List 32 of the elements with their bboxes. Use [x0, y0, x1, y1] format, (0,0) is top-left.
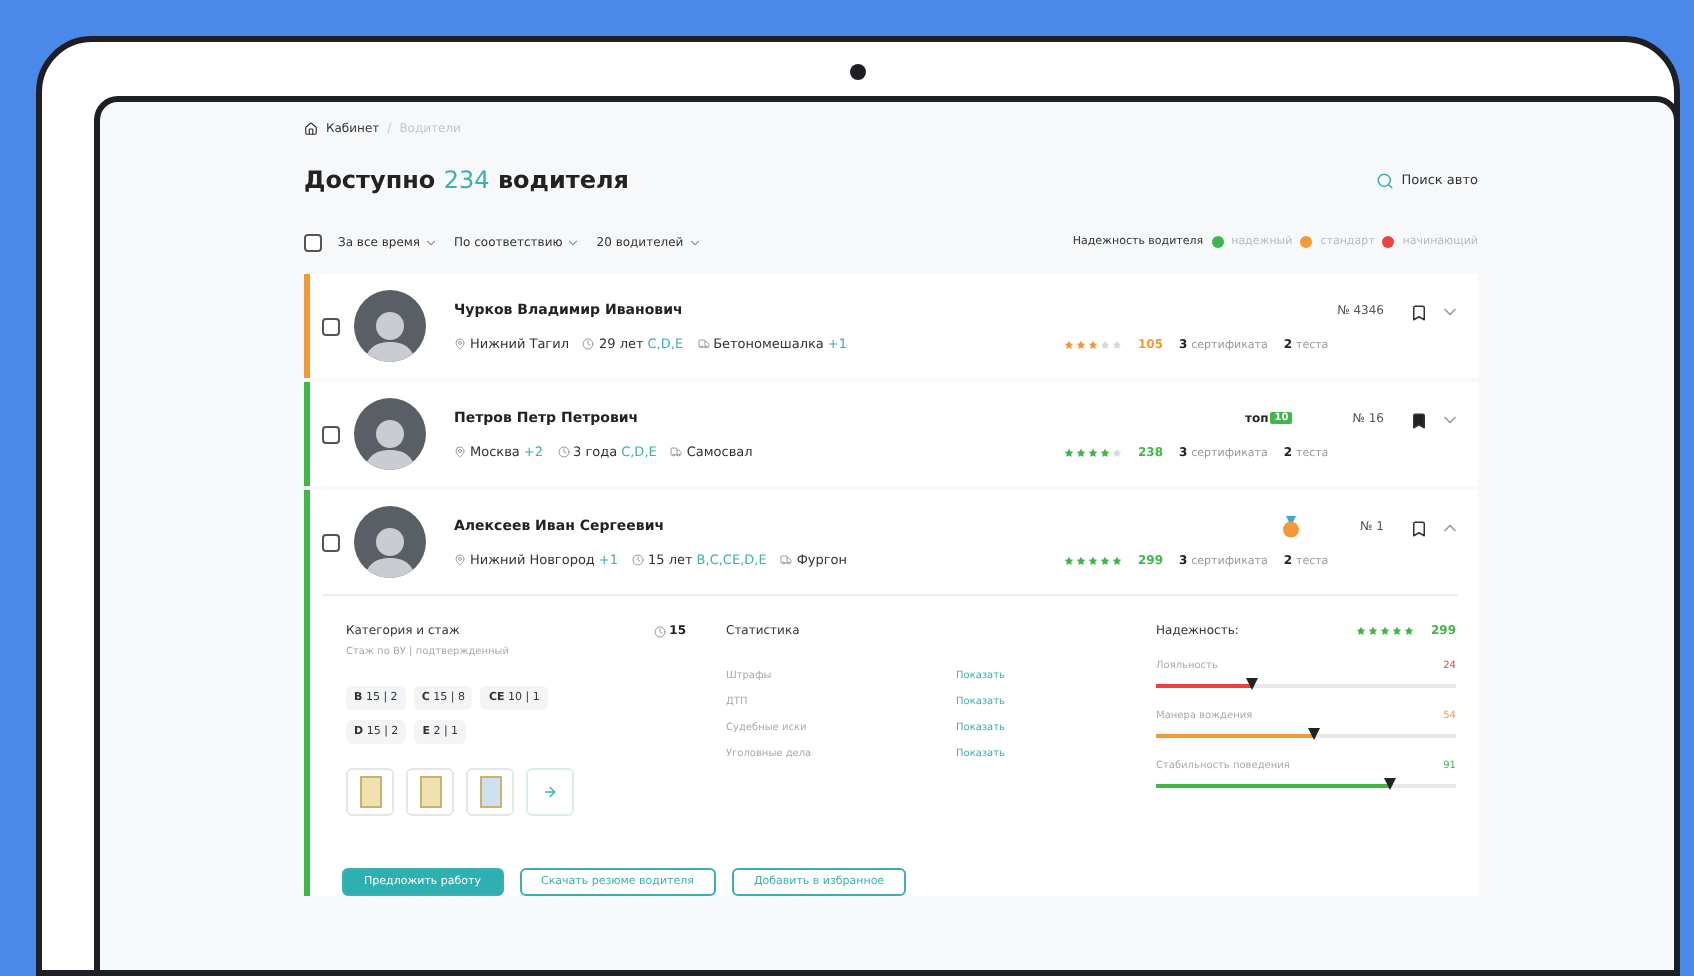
clock-icon — [653, 625, 666, 637]
select-all-checkbox[interactable] — [304, 233, 322, 251]
checkbox[interactable] — [322, 317, 340, 335]
avatar-silhouette — [354, 290, 426, 362]
pin-icon — [454, 445, 466, 457]
page-title: Доступно 234 водителя — [304, 166, 629, 194]
bookmark-icon[interactable] — [1410, 303, 1428, 321]
pin-icon — [454, 553, 466, 565]
medal-icon — [1282, 515, 1301, 537]
chevron-down-icon — [424, 235, 439, 249]
truck-icon — [670, 445, 683, 457]
camera-dot — [850, 63, 866, 79]
bookmark-icon[interactable] — [1410, 411, 1428, 429]
chevron-down-icon — [687, 235, 702, 249]
checkbox[interactable] — [322, 533, 340, 551]
clock-icon — [582, 337, 595, 349]
document-thumbnail[interactable] — [406, 768, 454, 816]
chevron-down-icon — [566, 235, 581, 249]
checkbox[interactable] — [322, 425, 340, 443]
clock-icon — [557, 445, 569, 457]
document-thumbnail[interactable] — [346, 768, 394, 816]
search-icon — [1375, 171, 1394, 189]
clock-icon — [632, 553, 645, 565]
document-thumbnail[interactable] — [466, 768, 514, 816]
avatar-silhouette — [354, 398, 426, 470]
arrow-right-icon — [542, 784, 558, 800]
truck-icon — [780, 553, 793, 565]
pin-icon — [454, 337, 466, 349]
bookmark-icon[interactable] — [1410, 519, 1428, 537]
truck-icon — [697, 337, 710, 349]
home-icon[interactable] — [304, 121, 318, 135]
avatar-silhouette — [354, 506, 426, 578]
